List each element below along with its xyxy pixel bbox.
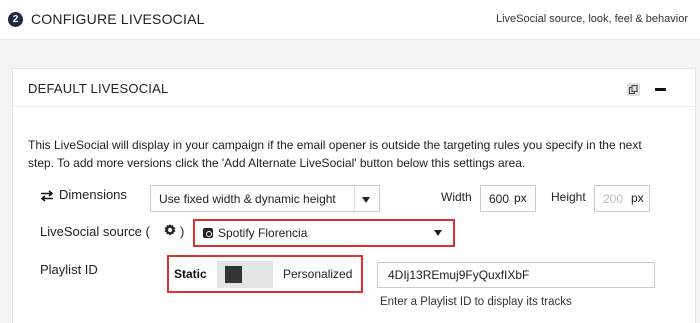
toggle-personalized-label[interactable]: Personalized xyxy=(283,267,352,281)
section-subtitle: LiveSocial source, look, feel & behavior xyxy=(496,13,688,25)
dimensions-arrows-icon xyxy=(40,190,54,202)
dimensions-mode-select[interactable]: Use fixed width & dynamic height xyxy=(150,185,380,212)
dimensions-mode-value: Use fixed width & dynamic height xyxy=(159,192,336,206)
intro-text: This LiveSocial will display in your cam… xyxy=(28,138,642,170)
width-input[interactable] xyxy=(480,185,536,212)
width-label: Width xyxy=(441,190,472,204)
source-label: LiveSocial source ( xyxy=(40,224,150,239)
caret-down-icon xyxy=(434,230,442,236)
toggle-static-label[interactable]: Static xyxy=(174,267,207,281)
playlist-id-hint: Enter a Playlist ID to display its track… xyxy=(380,296,572,308)
step-number-badge: 2 xyxy=(8,12,23,27)
source-label-close: ) xyxy=(180,224,185,239)
caret-down-icon xyxy=(362,197,370,203)
playlist-id-input[interactable] xyxy=(377,262,655,288)
gear-icon[interactable] xyxy=(163,223,177,237)
section-header: 2 CONFIGURE LIVESOCIAL LiveSocial source… xyxy=(0,0,700,40)
width-unit: px xyxy=(514,191,527,205)
static-personalized-toggle[interactable] xyxy=(217,261,273,288)
source-value: Spotify Florencia xyxy=(218,226,308,240)
playlist-id-label: Playlist ID xyxy=(40,262,98,277)
height-unit: px xyxy=(631,191,644,205)
toggle-knob[interactable] xyxy=(225,266,242,283)
panel-header: DEFAULT LIVESOCIAL xyxy=(13,69,695,107)
rss-feed-icon xyxy=(203,228,213,238)
height-label: Height xyxy=(551,190,586,204)
copy-icon[interactable] xyxy=(627,83,640,96)
source-select[interactable]: Spotify Florencia xyxy=(197,222,452,245)
panel-title: DEFAULT LIVESOCIAL xyxy=(28,81,169,96)
section-title: CONFIGURE LIVESOCIAL xyxy=(31,11,205,27)
collapse-minus-icon[interactable] xyxy=(655,88,666,91)
dimensions-label: Dimensions xyxy=(59,187,127,202)
